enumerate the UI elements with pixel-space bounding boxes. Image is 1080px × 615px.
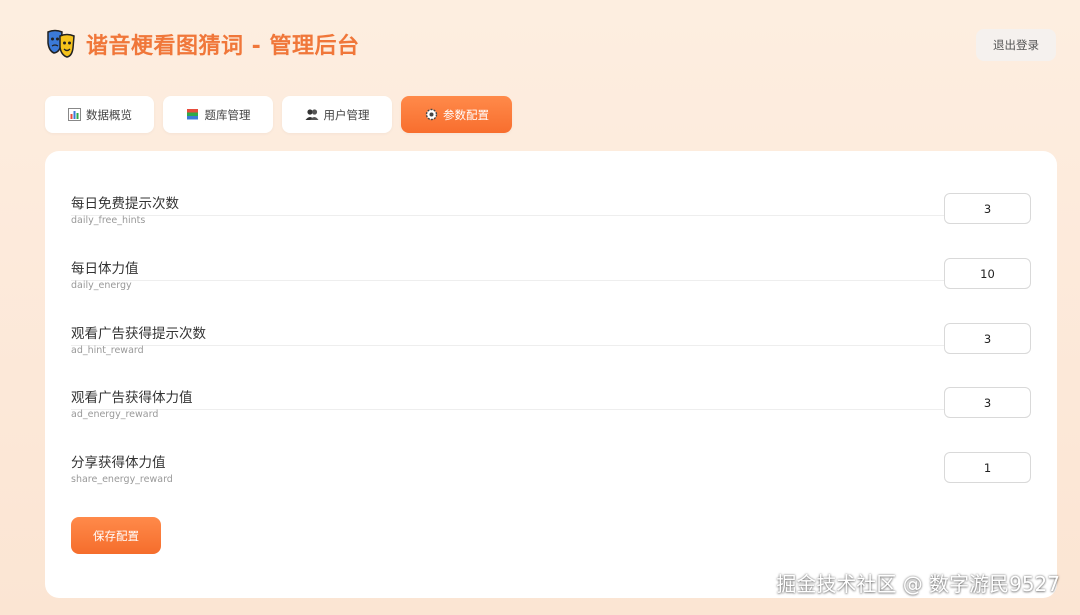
logout-button[interactable]: 退出登录 <box>976 29 1056 61</box>
page-title: 谐音梗看图猜词 - 管理后台 <box>86 34 360 59</box>
tab-label: 数据概览 <box>86 107 132 122</box>
tab-user-management[interactable]: 用户管理 <box>282 96 392 133</box>
save-config-button[interactable]: 保存配置 <box>71 517 161 554</box>
config-key: share_energy_reward <box>71 474 173 485</box>
config-row-ad-hint-reward: 观看广告获得提示次数 ad_hint_reward <box>71 281 1031 356</box>
tab-parameter-config[interactable]: 参数配置 <box>401 96 512 133</box>
tab-label: 用户管理 <box>323 107 370 122</box>
tab-question-bank[interactable]: 题库管理 <box>163 96 273 133</box>
nav-tabs: 数据概览 题库管理 用户管理 参数配置 <box>45 96 512 133</box>
config-card: 每日免费提示次数 daily_free_hints 每日体力值 daily_en… <box>45 151 1057 598</box>
theater-masks-icon <box>47 29 75 58</box>
share-energy-reward-input[interactable] <box>944 452 1031 483</box>
gear-icon <box>424 108 438 122</box>
config-label: 观看广告获得体力值 <box>71 390 193 406</box>
config-label: 分享获得体力值 <box>71 455 166 471</box>
watermark: 掘金技术社区 @ 数字游民9527 <box>776 572 1060 596</box>
config-row-daily-energy: 每日体力值 daily_energy <box>71 216 1031 291</box>
tab-data-overview[interactable]: 数据概览 <box>45 96 154 133</box>
tab-label: 题库管理 <box>204 107 251 122</box>
config-label: 每日免费提示次数 <box>71 196 179 212</box>
tab-label: 参数配置 <box>443 107 489 122</box>
books-icon <box>186 108 200 122</box>
app-header: 谐音梗看图猜词 - 管理后台 <box>46 28 359 60</box>
config-row-ad-energy-reward: 观看广告获得体力值 ad_energy_reward <box>71 345 1031 420</box>
config-label: 每日体力值 <box>71 261 139 277</box>
config-row-share-energy-reward: 分享获得体力值 share_energy_reward <box>71 410 1031 485</box>
users-icon <box>305 108 319 122</box>
config-row-daily-free-hints: 每日免费提示次数 daily_free_hints <box>71 151 1031 226</box>
bar-chart-icon <box>67 108 81 122</box>
config-label: 观看广告获得提示次数 <box>71 326 206 342</box>
